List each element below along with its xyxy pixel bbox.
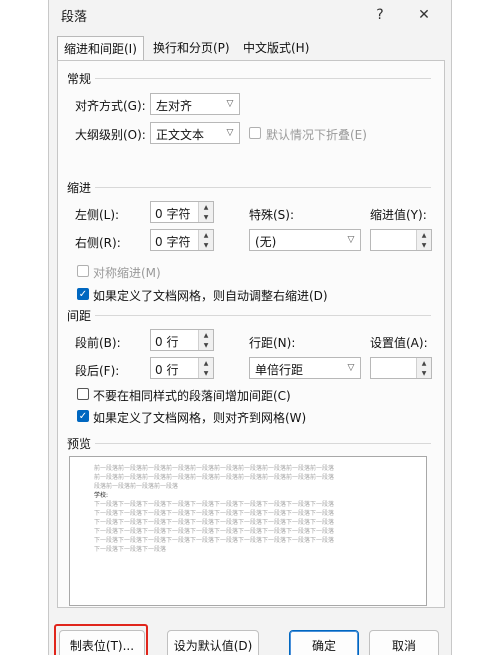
- indent-by-spinner[interactable]: ▲ ▼: [370, 229, 432, 251]
- spacing-heading: 间距: [67, 309, 92, 323]
- space-after-label: 段后(F):: [75, 364, 120, 378]
- preview-next-line: 下一段落下一段落下一段落下一段落下一段落下一段落下一段落下一段落下一段落下一段落: [94, 537, 335, 544]
- highlight-box: [54, 624, 148, 655]
- check-icon: ✓: [78, 411, 88, 422]
- spin-up-icon[interactable]: ▲: [417, 358, 431, 368]
- space-before-value: 0 行: [155, 335, 179, 349]
- dialog-title: 段落: [61, 10, 88, 25]
- chevron-down-icon: ▽: [226, 99, 234, 109]
- indent-separator: [95, 187, 431, 188]
- paragraph-dialog: 段落 ? ✕ 缩进和间距(I) 换行和分页(P) 中文版式(H) 常规 对齐方式…: [48, 0, 452, 655]
- indent-by-label: 缩进值(Y):: [370, 208, 427, 222]
- tab-indents-spacing[interactable]: 缩进和间距(I): [57, 36, 144, 63]
- left-indent-value: 0 字符: [155, 207, 191, 221]
- line-spacing-value: 单倍行距: [255, 363, 304, 377]
- spin-down-icon[interactable]: ▼: [199, 212, 213, 222]
- spin-up-icon[interactable]: ▲: [199, 202, 213, 212]
- auto-adjust-checkbox[interactable]: ✓: [77, 288, 89, 300]
- preview-prev-line: 前一段落前一段落前一段落前一段落前一段落前一段落前一段落前一段落前一段落前一段落: [94, 465, 335, 472]
- spin-down-icon[interactable]: ▼: [199, 340, 213, 350]
- check-icon: ✓: [78, 289, 88, 300]
- close-button[interactable]: ✕: [409, 2, 439, 28]
- chevron-down-icon: ▽: [347, 363, 355, 373]
- snap-to-grid-label: 如果定义了文档网格，则对齐到网格(W): [93, 411, 307, 425]
- outline-level-value: 正文文本: [156, 128, 205, 142]
- preview-next-line: 下一段落下一段落下一段落: [94, 546, 167, 553]
- right-indent-label: 右侧(R):: [75, 236, 121, 250]
- tab-line-page-breaks[interactable]: 换行和分页(P): [147, 36, 236, 60]
- general-separator: [95, 78, 431, 79]
- at-label: 设置值(A):: [370, 336, 428, 350]
- outline-level-label: 大纲级别(O):: [75, 128, 146, 142]
- preview-box: 前一段落前一段落前一段落前一段落前一段落前一段落前一段落前一段落前一段落前一段落…: [69, 456, 427, 606]
- ok-button[interactable]: 确定: [289, 630, 359, 655]
- preview-heading: 预览: [67, 437, 92, 451]
- line-spacing-select[interactable]: 单倍行距 ▽: [249, 357, 361, 379]
- no-space-same-style-checkbox[interactable]: [77, 388, 89, 400]
- help-icon: ?: [376, 7, 384, 23]
- preview-next-line: 下一段落下一段落下一段落下一段落下一段落下一段落下一段落下一段落下一段落下一段落: [94, 528, 335, 535]
- line-spacing-label: 行距(N):: [249, 336, 296, 350]
- space-after-value: 0 行: [155, 363, 179, 377]
- spin-down-icon[interactable]: ▼: [199, 240, 213, 250]
- close-icon: ✕: [418, 7, 430, 23]
- mirror-indent-label: 对称缩进(M): [93, 266, 161, 280]
- spin-up-icon[interactable]: ▲: [199, 358, 213, 368]
- preview-prev-line: 段落前一段落前一段落前一段落: [94, 483, 179, 490]
- left-indent-label: 左侧(L):: [75, 208, 120, 222]
- special-value: (无): [255, 235, 277, 249]
- cancel-button[interactable]: 取消: [369, 630, 439, 655]
- preview-sample-text: 学校:: [94, 492, 109, 499]
- outline-level-select[interactable]: 正文文本 ▽: [150, 122, 240, 144]
- collapse-label: 默认情况下折叠(E): [266, 128, 367, 142]
- preview-separator: [95, 443, 431, 444]
- spin-up-icon[interactable]: ▲: [417, 230, 431, 240]
- preview-next-line: 下一段落下一段落下一段落下一段落下一段落下一段落下一段落下一段落下一段落下一段落: [94, 519, 335, 526]
- preview-next-line: 下一段落下一段落下一段落下一段落下一段落下一段落下一段落下一段落下一段落下一段落: [94, 510, 335, 517]
- spacing-separator: [95, 315, 431, 316]
- preview-prev-line: 前一段落前一段落前一段落前一段落前一段落前一段落前一段落前一段落前一段落前一段落: [94, 474, 335, 481]
- at-spinner[interactable]: ▲ ▼: [370, 357, 432, 379]
- spin-down-icon[interactable]: ▼: [199, 368, 213, 378]
- no-space-same-style-label: 不要在相同样式的段落间增加间距(C): [93, 389, 291, 403]
- spin-up-icon[interactable]: ▲: [199, 330, 213, 340]
- tab-asian-typography[interactable]: 中文版式(H): [237, 36, 315, 60]
- left-indent-spinner[interactable]: 0 字符 ▲ ▼: [150, 201, 214, 223]
- right-indent-value: 0 字符: [155, 235, 191, 249]
- alignment-label: 对齐方式(G):: [75, 99, 146, 113]
- collapse-checkbox[interactable]: [249, 127, 261, 139]
- spin-up-icon[interactable]: ▲: [199, 230, 213, 240]
- chevron-down-icon: ▽: [226, 128, 234, 138]
- mirror-indent-checkbox[interactable]: [77, 265, 89, 277]
- help-button[interactable]: ?: [365, 2, 395, 28]
- spin-down-icon[interactable]: ▼: [417, 368, 431, 378]
- space-before-label: 段前(B):: [75, 336, 121, 350]
- right-indent-spinner[interactable]: 0 字符 ▲ ▼: [150, 229, 214, 251]
- alignment-select[interactable]: 左对齐 ▽: [150, 93, 240, 115]
- preview-next-line: 下一段落下一段落下一段落下一段落下一段落下一段落下一段落下一段落下一段落下一段落: [94, 501, 335, 508]
- alignment-value: 左对齐: [156, 99, 193, 113]
- space-before-spinner[interactable]: 0 行 ▲ ▼: [150, 329, 214, 351]
- set-default-button[interactable]: 设为默认值(D): [167, 630, 259, 655]
- spin-down-icon[interactable]: ▼: [417, 240, 431, 250]
- general-heading: 常规: [67, 72, 92, 86]
- special-label: 特殊(S):: [249, 208, 295, 222]
- special-select[interactable]: (无) ▽: [249, 229, 361, 251]
- chevron-down-icon: ▽: [347, 235, 355, 245]
- space-after-spinner[interactable]: 0 行 ▲ ▼: [150, 357, 214, 379]
- snap-to-grid-checkbox[interactable]: ✓: [77, 410, 89, 422]
- auto-adjust-label: 如果定义了文档网格，则自动调整右缩进(D): [93, 289, 328, 303]
- indent-heading: 缩进: [67, 181, 92, 195]
